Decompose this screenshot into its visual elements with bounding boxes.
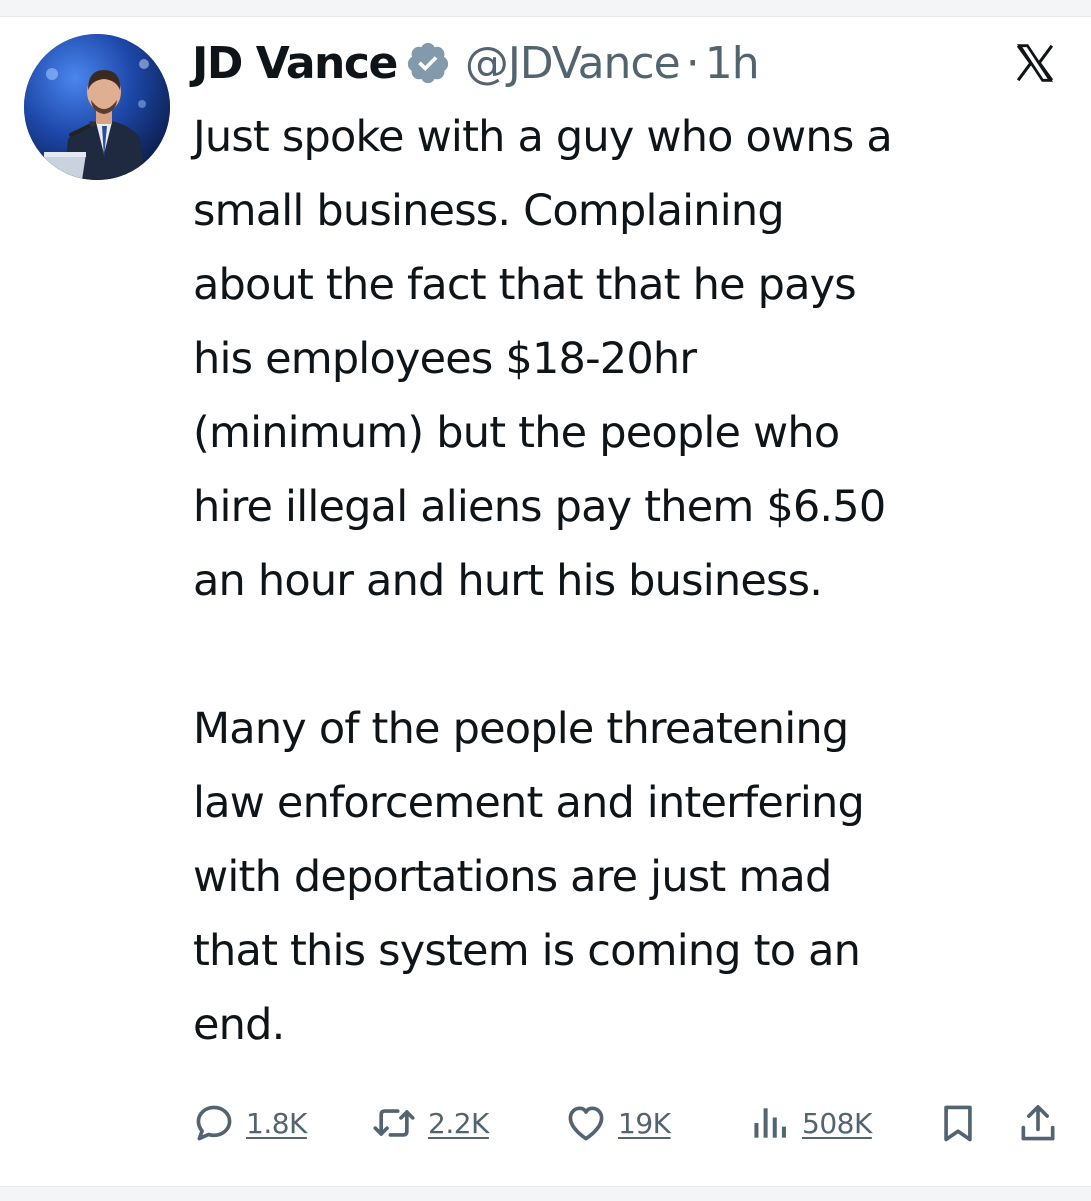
avatar[interactable] [24, 34, 170, 180]
views-icon [754, 1108, 786, 1138]
author-handle[interactable]: @JDVance [465, 38, 681, 89]
tweet-line: that this system is coming to an [193, 926, 861, 976]
views-count: 508K [802, 1106, 872, 1140]
like-button[interactable]: 19K [564, 1098, 671, 1148]
share-button[interactable] [1016, 1098, 1060, 1148]
avatar-photo [24, 34, 170, 180]
x-logo-icon [1016, 44, 1054, 82]
repost-icon [373, 1109, 415, 1137]
like-count: 19K [618, 1106, 671, 1140]
tweet-line: an hour and hurt his business. [193, 556, 823, 606]
tweet-line: law enforcement and interfering [193, 778, 865, 828]
tweet-line: Just spoke with a guy who owns a [193, 112, 893, 162]
share-icon [1021, 1105, 1055, 1141]
top-edge [0, 0, 1091, 17]
tweet-text: Just spoke with a guy who owns a small b… [193, 100, 1073, 1062]
tweet-line: end. [193, 1000, 285, 1050]
display-name[interactable]: JD Vance [192, 38, 398, 89]
repost-button[interactable]: 2.2K [370, 1098, 489, 1148]
bottom-edge [0, 1186, 1091, 1201]
tweet-line: his employees $18-20hr [193, 334, 697, 384]
bookmark-icon [944, 1105, 972, 1142]
reply-button[interactable]: 1.8K [192, 1098, 307, 1148]
reply-icon [196, 1105, 232, 1141]
tweet-line: with deportations are just mad [193, 852, 832, 902]
tweet-line: small business. Complaining [193, 186, 785, 236]
tweet-line: (minimum) but the people who [193, 408, 840, 458]
reply-count: 1.8K [246, 1106, 307, 1140]
repost-count: 2.2K [428, 1106, 489, 1140]
verified-badge-icon[interactable] [405, 40, 451, 86]
tweet-line: Many of the people threatening [193, 704, 849, 754]
tweet-line: hire illegal aliens pay them $6.50 [193, 482, 886, 532]
header-separator: · [685, 37, 700, 89]
tweet-header: JD Vance @JDVance · 1h [192, 30, 760, 96]
views-button[interactable]: 508K [748, 1098, 872, 1148]
tweet-line: about the fact that that he pays [193, 260, 857, 310]
bookmark-button[interactable] [936, 1098, 980, 1148]
timestamp[interactable]: 1h [705, 38, 760, 89]
action-bar: 1.8K 2.2K 19K 508K [192, 1098, 1064, 1148]
heart-icon [568, 1106, 604, 1141]
